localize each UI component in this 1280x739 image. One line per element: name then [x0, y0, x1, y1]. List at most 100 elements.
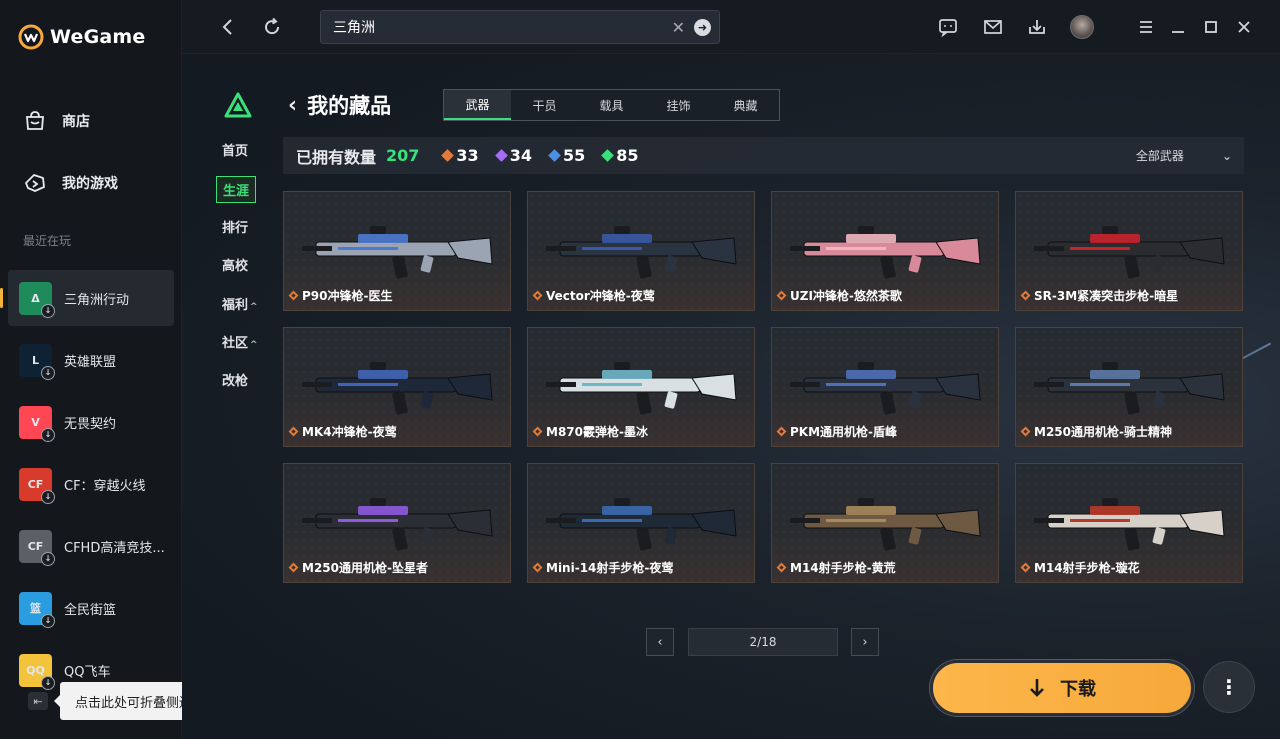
prev-page-button[interactable]: ‹: [646, 628, 674, 656]
category-tab[interactable]: 载具: [578, 90, 645, 120]
sidebar-game-item[interactable]: L ↓ 英雄联盟: [8, 332, 174, 388]
weapon-card[interactable]: UZI冲锋枪-悠然茶歌: [771, 191, 999, 311]
search-go-icon[interactable]: ➜: [694, 19, 711, 36]
chat-button[interactable]: [936, 15, 960, 39]
weapon-name-text: PKM通用机枪-盾峰: [790, 425, 898, 439]
weapon-name-text: M14射手步枪-黄荒: [790, 561, 896, 575]
sidebar-game-item[interactable]: CF ↓ CFHD高清竞技...: [8, 518, 174, 574]
sidebar-item-store[interactable]: 商店: [22, 108, 90, 134]
category-tab[interactable]: 挂饰: [645, 90, 712, 120]
subnav-item[interactable]: 排行: [222, 217, 248, 236]
clear-search-icon[interactable]: ✕: [672, 18, 685, 37]
game-icon-glyph: QQ: [26, 663, 45, 677]
weapon-card[interactable]: M870霰弹枪-墨冰: [527, 327, 755, 447]
search-input[interactable]: [333, 17, 653, 37]
weapon-card[interactable]: PKM通用机枪-盾峰: [771, 327, 999, 447]
chevron-down-icon: ⌄: [1221, 148, 1232, 163]
refresh-button[interactable]: [260, 15, 284, 39]
game-icon-glyph: CF: [27, 539, 44, 553]
close-button[interactable]: [1232, 15, 1256, 39]
game-icon-glyph: CF: [27, 477, 44, 491]
rarity-gem-icon: [494, 149, 508, 162]
game-label: CF：穿越火线: [64, 478, 146, 494]
sidebar-game-item[interactable]: CF ↓ CF：穿越火线: [8, 456, 174, 512]
close-icon: [1238, 21, 1250, 33]
game-label: QQ飞车: [64, 664, 111, 680]
sidebar-game-item[interactable]: 篮 ↓ 全民街篮: [8, 580, 174, 636]
weapon-image: [1034, 362, 1225, 415]
download-badge-icon: ↓: [41, 675, 55, 690]
weapon-image: [546, 226, 737, 279]
subnav-label: 社区: [222, 336, 249, 351]
subnav-item[interactable]: 改枪: [222, 370, 248, 389]
category-tab[interactable]: 武器: [444, 90, 511, 120]
rarity-gem-icon: [288, 426, 299, 437]
search-box: ✕ ➜: [320, 10, 720, 44]
game-icon: L ↓: [19, 343, 55, 380]
rarity-gem-icon: [776, 426, 787, 437]
sidebar-game-item[interactable]: V ↓ 无畏契约: [8, 394, 174, 450]
game-icon: QQ ↓: [19, 653, 55, 690]
wegame-logo[interactable]: WeGame: [18, 24, 145, 50]
maximize-button[interactable]: [1199, 15, 1223, 39]
weapon-filter-dropdown[interactable]: 全部武器 ⌄: [1136, 147, 1232, 164]
weapon-card[interactable]: M250通用机枪-坠星者: [283, 463, 511, 583]
caret-up-icon: ^: [250, 302, 258, 312]
pagination: ‹ 2/18 ›: [646, 628, 879, 656]
download-manager-button[interactable]: [1025, 15, 1049, 39]
subnav-item[interactable]: 生涯: [216, 176, 257, 203]
weapon-name: UZI冲锋枪-悠然茶歌: [776, 287, 902, 304]
more-options-button[interactable]: ⋮: [1203, 661, 1255, 713]
mail-icon: [984, 20, 1002, 34]
weapon-card[interactable]: MK4冲锋枪-夜莺: [283, 327, 511, 447]
back-icon: [222, 19, 232, 35]
menu-icon: [1140, 21, 1152, 33]
subnav-item[interactable]: 福利 ^: [222, 294, 258, 313]
rarity-count: 33: [441, 146, 479, 165]
weapon-name: Mini-14射手步枪-夜莺: [532, 559, 673, 576]
subnav-item[interactable]: 首页: [222, 140, 248, 159]
rarity-gem-icon: [1020, 426, 1031, 437]
download-arrow-icon: [1030, 679, 1044, 697]
minimize-button[interactable]: [1166, 15, 1190, 39]
minimize-icon: [1172, 31, 1184, 33]
weapon-card[interactable]: Mini-14射手步枪-夜莺: [527, 463, 755, 583]
weapon-card[interactable]: Vector冲锋枪-夜莺: [527, 191, 755, 311]
rarity-gem-icon: [1020, 562, 1031, 573]
weapon-name-text: P90冲锋枪-医生: [302, 289, 393, 303]
download-badge-icon: ↓: [41, 613, 55, 628]
avatar[interactable]: [1070, 15, 1094, 39]
menu-button[interactable]: [1134, 15, 1158, 39]
category-tab[interactable]: 典藏: [712, 90, 779, 120]
subnav-item[interactable]: 高校: [222, 255, 248, 274]
weapon-image: [1034, 498, 1225, 551]
rarity-count: 85: [601, 146, 638, 165]
weapon-card[interactable]: SR-3M紧凑突击步枪-暗星: [1015, 191, 1243, 311]
page-title: ‹ 我的藏品: [288, 90, 391, 120]
download-manager-icon: [1029, 20, 1045, 34]
subnav-label: 高校: [222, 259, 249, 274]
owned-total: 207: [386, 146, 420, 165]
game-icon-glyph: Δ: [31, 291, 40, 305]
back-button[interactable]: [216, 15, 240, 39]
rarity-gem-icon: [532, 562, 543, 573]
weapon-card[interactable]: M14射手步枪-璇花: [1015, 463, 1243, 583]
weapon-name: Vector冲锋枪-夜莺: [532, 287, 655, 304]
weapon-image: [790, 498, 981, 551]
sidebar-item-my-games[interactable]: 我的游戏: [22, 170, 118, 196]
weapon-card[interactable]: M14射手步枪-黄荒: [771, 463, 999, 583]
collapse-sidebar-button[interactable]: ⇤: [28, 692, 48, 710]
weapon-card[interactable]: M250通用机枪-骑士精神: [1015, 327, 1243, 447]
mail-button[interactable]: [981, 15, 1005, 39]
subnav-item[interactable]: 社区 ^: [222, 332, 258, 351]
category-tab[interactable]: 干员: [511, 90, 578, 120]
weapon-card[interactable]: P90冲锋枪-医生: [283, 191, 511, 311]
download-button[interactable]: 下载: [930, 660, 1194, 716]
sidebar-game-item[interactable]: Δ ↓ 三角洲行动: [0, 270, 174, 326]
weapon-name: SR-3M紧凑突击步枪-暗星: [1020, 287, 1178, 304]
rarity-count: 34: [494, 146, 532, 165]
back-arrow-icon[interactable]: ‹: [288, 93, 297, 118]
collection-stats-bar: 已拥有数量 207 33 34 55 85 全部武器 ⌄: [283, 137, 1244, 174]
next-page-button[interactable]: ›: [851, 628, 879, 656]
rarity-gem-icon: [532, 426, 543, 437]
